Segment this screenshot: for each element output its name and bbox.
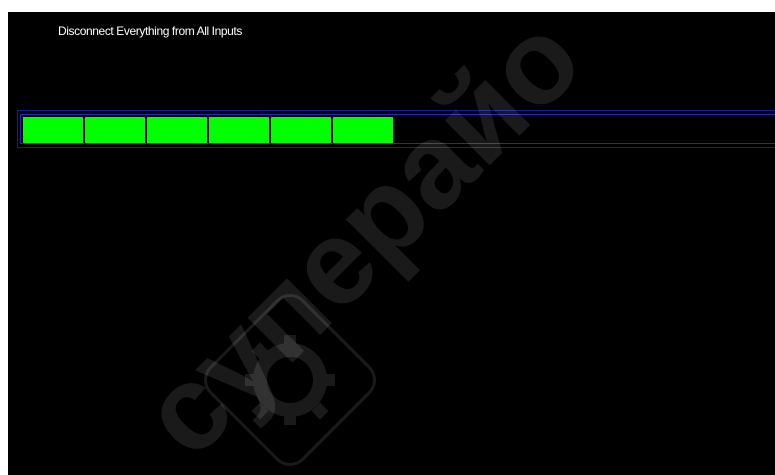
progress-segment (23, 117, 83, 143)
progress-segment (147, 117, 207, 143)
progress-segment (85, 117, 145, 143)
status-title: Disconnect Everything from All Inputs (58, 24, 242, 38)
progress-fill (23, 117, 393, 143)
device-screen: Disconnect Everything from All Inputs (8, 12, 775, 475)
progress-segment (271, 117, 331, 143)
progress-segment (333, 117, 393, 143)
progress-bar (17, 110, 775, 148)
progress-track (20, 114, 775, 144)
progress-segment (209, 117, 269, 143)
